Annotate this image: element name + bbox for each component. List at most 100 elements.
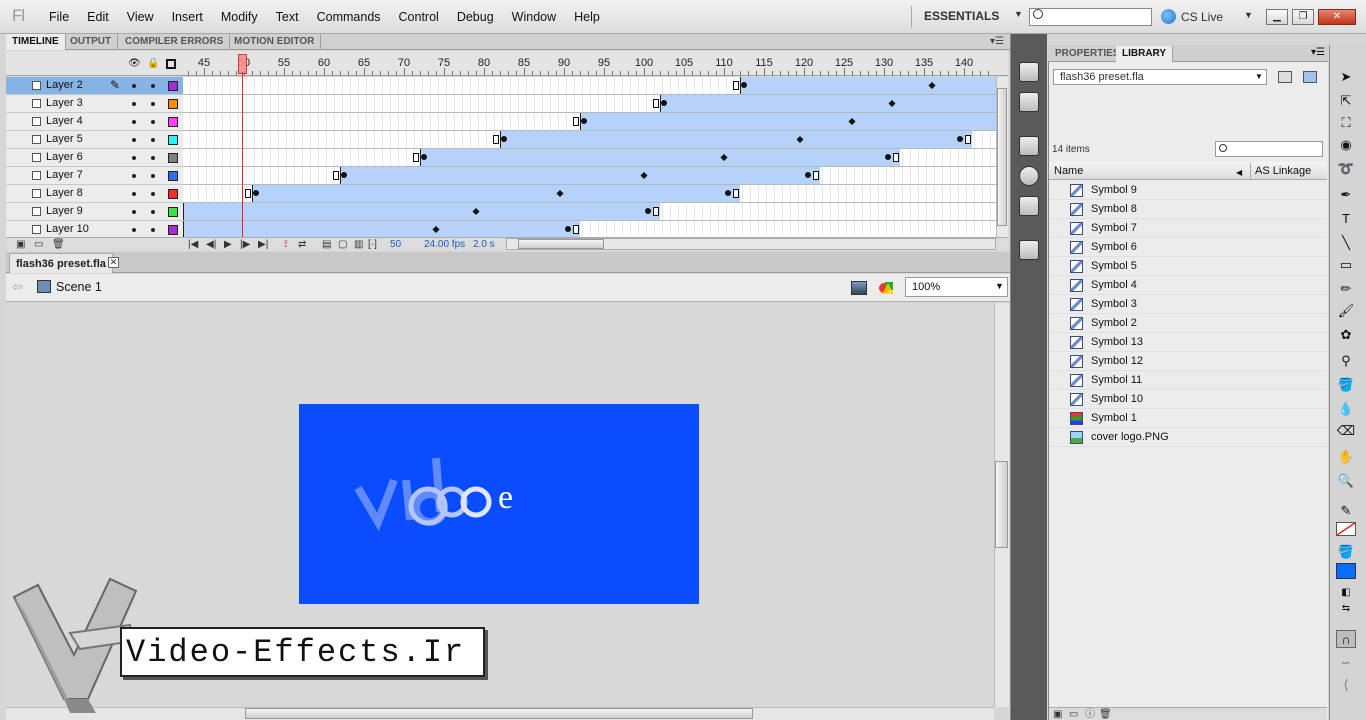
library-item[interactable]: Symbol 1 [1049,409,1327,428]
layer-row[interactable]: Layer 8 [6,185,183,203]
layer-name[interactable]: Layer 5 [46,133,83,145]
lock-dot[interactable] [151,210,155,214]
layer-row[interactable]: Layer 9 [6,203,183,221]
info-icon[interactable] [1019,166,1039,186]
paint-bucket-icon[interactable]: 🪣 [1336,376,1356,394]
new-folder-icon[interactable]: ▭ [1069,708,1078,720]
keyframe-blank[interactable] [733,81,739,90]
lock-dot[interactable] [151,84,155,88]
layer-color-swatch[interactable] [168,135,178,145]
library-item[interactable]: Symbol 11 [1049,371,1327,390]
frame-row[interactable] [183,149,996,167]
library-item[interactable]: Symbol 3 [1049,295,1327,314]
layer-color-swatch[interactable] [168,189,178,199]
edit-multiple-icon[interactable]: ▥ [354,238,363,251]
keyframe[interactable] [341,172,347,178]
lock-icon[interactable]: 🔒 [147,58,159,69]
workspace-switcher[interactable]: ESSENTIALS [924,9,999,23]
frame-grid[interactable] [183,77,996,237]
lasso-icon[interactable]: ➰ [1336,160,1356,178]
layer-name[interactable]: Layer 9 [46,205,83,217]
keyframe[interactable] [805,172,811,178]
scrollbar-thumb[interactable] [995,461,1008,548]
keyframe-end[interactable] [893,153,899,162]
visibility-dot[interactable] [132,102,136,106]
lock-dot[interactable] [151,102,155,106]
column-linkage[interactable]: AS Linkage [1255,165,1311,177]
pencil-tool-icon[interactable]: ✏ [1336,280,1356,298]
keyframe[interactable] [581,118,587,124]
help-search-input[interactable] [1029,8,1152,26]
back-arrow-icon[interactable]: ⇦ [12,279,23,295]
chevron-down-icon[interactable]: ▼ [995,281,1004,291]
scrollbar-thumb[interactable] [997,88,1007,226]
components-icon[interactable] [1019,240,1039,260]
cs-live-button[interactable]: CS Live [1181,10,1223,24]
library-item[interactable]: Symbol 7 [1049,219,1327,238]
layer-color-swatch[interactable] [168,171,178,181]
layer-color-swatch[interactable] [168,117,178,127]
frame-row[interactable] [183,95,996,113]
new-layer-icon[interactable]: ▣ [16,238,25,251]
tab-timeline[interactable]: TIMELINE [6,34,66,50]
swap-colors-icon[interactable]: ⇆ [1336,600,1356,618]
frame-row[interactable] [183,77,996,95]
step-back-icon[interactable]: ◀| [206,238,216,251]
play-icon[interactable]: ▶ [224,238,232,251]
keyframe-blank[interactable] [413,153,419,162]
tab-output[interactable]: OUTPUT [64,34,119,50]
layer-name[interactable]: Layer 8 [46,187,83,199]
onion-skin-icon[interactable]: ▤ [322,238,331,251]
document-tab[interactable]: flash36 preset.fla [9,253,113,273]
library-item[interactable]: cover logo.PNG [1049,428,1327,447]
fill-color-icon[interactable]: 🪣 [1336,543,1356,561]
scrollbar-thumb[interactable] [518,239,604,249]
motion-tween[interactable] [420,149,900,166]
scene-breadcrumb[interactable]: Scene 1 [56,280,102,294]
align-icon[interactable] [1019,136,1039,156]
smooth-icon[interactable]: ∽ [1336,654,1356,672]
layer-row[interactable]: Layer 4 [6,113,183,131]
3d-rotation-icon[interactable]: ◉ [1336,136,1356,154]
properties-icon[interactable]: ⓘ [1085,708,1095,720]
keyframe-blank[interactable] [333,171,339,180]
layer-color-swatch[interactable] [168,99,178,109]
layer-name[interactable]: Layer 6 [46,151,83,163]
layer-color-swatch[interactable] [168,81,178,91]
layer-row[interactable]: Layer 7 [6,167,183,185]
new-symbol-icon[interactable]: ▣ [1053,708,1062,720]
menu-modify[interactable]: Modify [212,0,267,34]
menu-help[interactable]: Help [565,0,609,34]
frame-row[interactable] [183,131,996,149]
menu-text[interactable]: Text [267,0,308,34]
keyframe[interactable] [253,190,259,196]
frame-row[interactable] [183,221,996,237]
layer-name[interactable]: Layer 2 [46,79,83,91]
close-button[interactable]: ✕ [1318,9,1356,25]
cs-live-icon[interactable] [1161,9,1176,24]
delete-icon[interactable]: 🗑 [52,238,65,251]
sort-icon[interactable]: ◀ [1236,168,1242,177]
layer-color-swatch[interactable] [168,225,178,235]
edit-symbols-icon[interactable] [878,279,896,295]
visibility-dot[interactable] [132,192,136,196]
keyframe[interactable] [421,154,427,160]
menu-commands[interactable]: Commands [308,0,390,34]
onion-markers-icon[interactable]: [·] [368,238,377,251]
library-item[interactable]: Symbol 9 [1049,181,1327,200]
library-item[interactable]: Symbol 8 [1049,200,1327,219]
library-item[interactable]: Symbol 12 [1049,352,1327,371]
keyframe[interactable] [741,82,747,88]
keyframe[interactable] [645,208,651,214]
menu-insert[interactable]: Insert [163,0,212,34]
library-item[interactable]: Symbol 13 [1049,333,1327,352]
library-item[interactable]: Symbol 10 [1049,390,1327,409]
keyframe-blank[interactable] [653,99,659,108]
edit-scene-icon[interactable] [851,281,867,295]
frame-rate[interactable]: 24.00 fps [424,238,465,251]
keyframe-blank[interactable] [493,135,499,144]
motion-tween[interactable] [252,185,740,202]
layer-row[interactable]: Layer 6 [6,149,183,167]
playhead[interactable] [238,54,247,74]
subselection-tool-icon[interactable]: ⇱ [1336,92,1356,110]
